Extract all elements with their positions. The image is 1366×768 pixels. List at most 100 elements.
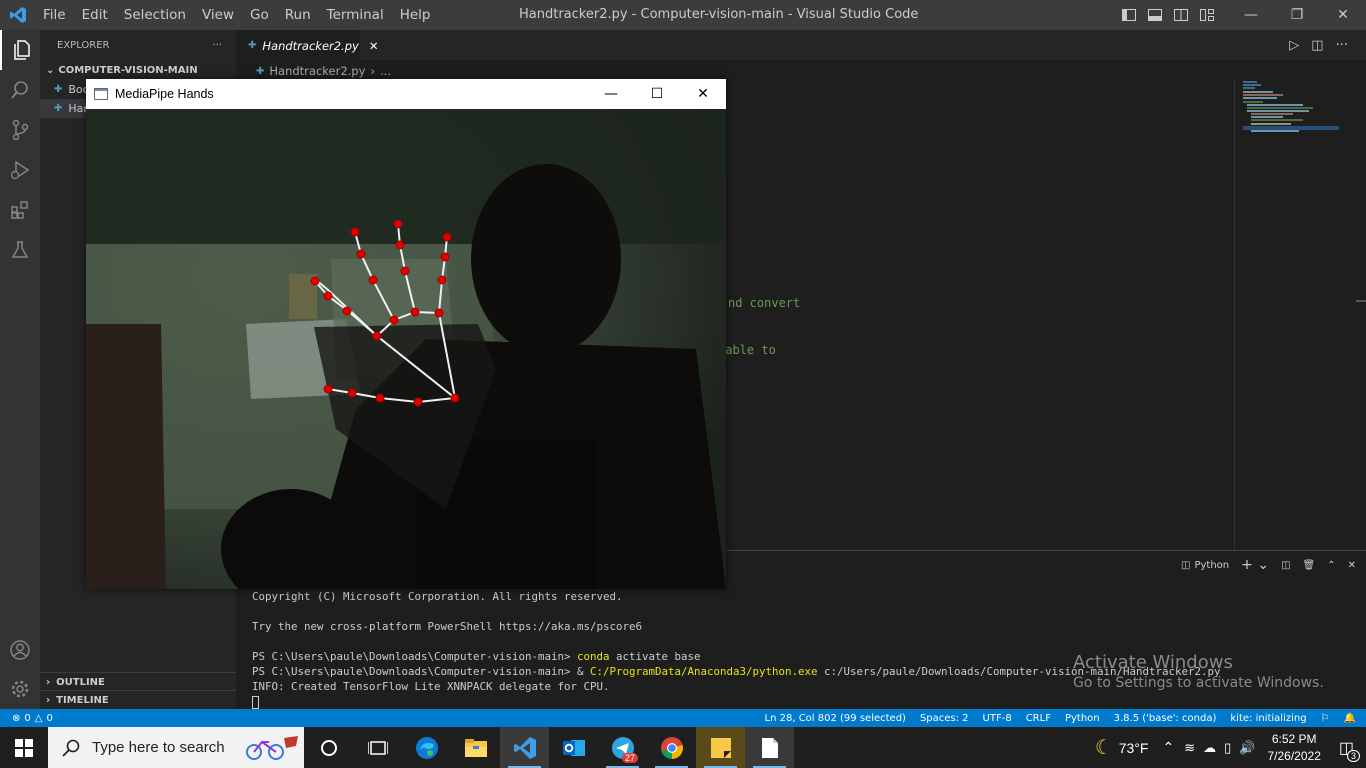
close-icon[interactable]: ✕ bbox=[680, 79, 726, 108]
error-icon: ⊗ bbox=[12, 712, 21, 724]
shell-name: Python bbox=[1194, 559, 1230, 571]
menu-run[interactable]: Run bbox=[277, 0, 319, 30]
minimap[interactable] bbox=[1234, 80, 1364, 550]
toggle-panel-icon[interactable] bbox=[1144, 0, 1166, 30]
minimize-icon[interactable]: — bbox=[588, 79, 634, 108]
more-actions-icon[interactable]: ··· bbox=[1336, 38, 1348, 53]
telegram-icon[interactable]: 27 bbox=[598, 727, 647, 768]
customize-layout-icon[interactable] bbox=[1196, 0, 1218, 30]
scroll-indicator bbox=[1356, 300, 1366, 302]
restore-icon[interactable]: ❐ bbox=[1274, 0, 1320, 30]
close-panel-icon[interactable]: ✕ bbox=[1348, 560, 1356, 571]
run-debug-icon[interactable] bbox=[0, 150, 40, 190]
feedback-icon[interactable]: ⚐ bbox=[1321, 713, 1330, 724]
split-editor-icon[interactable]: ◫ bbox=[1311, 38, 1323, 53]
menu-view[interactable]: View bbox=[194, 0, 242, 30]
run-file-icon[interactable]: ▷ bbox=[1289, 38, 1299, 53]
edge-icon[interactable] bbox=[402, 727, 451, 768]
menu-help[interactable]: Help bbox=[392, 0, 439, 30]
action-center-icon[interactable]: ◫ 3 bbox=[1339, 738, 1360, 762]
terminal-shell-label[interactable]: ◫ Python bbox=[1181, 560, 1229, 571]
volume-icon[interactable]: 🔊 bbox=[1239, 740, 1255, 756]
python-file-icon: ✚ bbox=[248, 40, 257, 51]
toggle-sidebar-icon[interactable] bbox=[1118, 0, 1140, 30]
split-terminal-icon[interactable]: ◫ bbox=[1281, 560, 1290, 571]
notepad-icon[interactable] bbox=[745, 727, 794, 768]
source-control-icon[interactable] bbox=[0, 110, 40, 150]
sticky-notes-icon[interactable] bbox=[696, 727, 745, 768]
cortana-icon[interactable] bbox=[304, 727, 353, 768]
weather-moon-icon[interactable]: ☾ bbox=[1095, 735, 1113, 760]
notification-count: 3 bbox=[1346, 749, 1360, 762]
indentation[interactable]: Spaces: 2 bbox=[920, 713, 969, 724]
command-args: activate base bbox=[609, 650, 701, 663]
onedrive-icon[interactable]: ☁ bbox=[1203, 740, 1216, 756]
terminal-cursor bbox=[252, 694, 1221, 709]
tab-label: Handtracker2.py bbox=[262, 38, 359, 53]
breadcrumb-file[interactable]: Handtracker2.py bbox=[269, 64, 365, 78]
search-icon bbox=[62, 739, 80, 757]
taskbar-search-box[interactable]: Type here to search bbox=[48, 727, 304, 768]
search-icon[interactable] bbox=[0, 70, 40, 110]
explorer-more-icon[interactable]: ··· bbox=[212, 40, 222, 51]
testing-icon[interactable] bbox=[0, 230, 40, 270]
problems-indicator[interactable]: ⊗ 0 △ 0 bbox=[0, 713, 53, 724]
warning-icon: △ bbox=[34, 712, 43, 724]
watermark-subtitle: Go to Settings to activate Windows. bbox=[1073, 675, 1324, 691]
menu-file[interactable]: File bbox=[35, 0, 74, 30]
toggle-secondary-sidebar-icon[interactable] bbox=[1170, 0, 1192, 30]
close-icon[interactable]: ✕ bbox=[1320, 0, 1366, 30]
python-file-icon: ✚ bbox=[54, 84, 63, 95]
extensions-icon[interactable] bbox=[0, 190, 40, 230]
timeline-section[interactable]: › TIMELINE bbox=[40, 690, 236, 710]
python-interpreter[interactable]: 3.8.5 ('base': conda) bbox=[1114, 713, 1217, 724]
line-ending[interactable]: CRLF bbox=[1026, 713, 1051, 724]
folder-section[interactable]: ⌄ COMPUTER-VISION-MAIN bbox=[40, 60, 236, 80]
weather-temperature[interactable]: 73°F bbox=[1119, 740, 1149, 756]
chevron-up-icon[interactable]: ⌃ bbox=[1163, 739, 1175, 756]
bicycle-doodle-icon bbox=[246, 736, 298, 760]
cursor-position[interactable]: Ln 28, Col 802 (99 selected) bbox=[765, 713, 906, 724]
tab-handtracker2[interactable]: ✚ Handtracker2.py ✕ bbox=[236, 30, 378, 60]
language-mode[interactable]: Python bbox=[1065, 713, 1100, 724]
new-terminal-icon[interactable]: + ⌄ bbox=[1241, 557, 1269, 573]
outline-section[interactable]: › OUTLINE bbox=[40, 672, 236, 692]
encoding[interactable]: UTF-8 bbox=[983, 713, 1012, 724]
code-fragment[interactable]: eable to bbox=[718, 343, 776, 357]
menu-selection[interactable]: Selection bbox=[116, 0, 194, 30]
clock[interactable]: 6:52 PM 7/26/2022 bbox=[1267, 731, 1320, 765]
trash-icon[interactable]: 🗑 bbox=[1303, 560, 1316, 571]
windows-start-icon[interactable] bbox=[0, 727, 48, 768]
menu-edit[interactable]: Edit bbox=[74, 0, 116, 30]
task-view-icon[interactable] bbox=[353, 727, 402, 768]
explorer-icon[interactable] bbox=[0, 30, 40, 70]
maximize-icon[interactable]: ☐ bbox=[634, 79, 680, 108]
mediapipe-title: MediaPipe Hands bbox=[115, 86, 214, 101]
code-fragment[interactable]: nd convert bbox=[728, 296, 800, 310]
maximize-panel-icon[interactable]: ⌃ bbox=[1327, 560, 1335, 571]
vscode-taskbar-icon[interactable] bbox=[500, 727, 549, 768]
chrome-icon[interactable] bbox=[647, 727, 696, 768]
terminal-output[interactable]: Copyright (C) Microsoft Corporation. All… bbox=[252, 589, 1221, 709]
activate-windows-watermark: Activate Windows Go to Settings to activ… bbox=[1073, 652, 1324, 691]
battery-icon[interactable]: ▯ bbox=[1224, 740, 1231, 756]
activity-bar bbox=[0, 30, 40, 709]
outlook-icon[interactable] bbox=[549, 727, 598, 768]
minimize-icon[interactable]: — bbox=[1228, 0, 1274, 30]
menu-go[interactable]: Go bbox=[242, 0, 277, 30]
vscode-logo-icon bbox=[0, 0, 35, 30]
chevron-right-icon: › bbox=[46, 677, 51, 688]
menu-terminal[interactable]: Terminal bbox=[319, 0, 392, 30]
kite-status[interactable]: kite: initializing bbox=[1230, 713, 1306, 724]
terminal-line: Copyright (C) Microsoft Corporation. All… bbox=[252, 590, 623, 603]
notifications-bell-icon[interactable]: 🔔 bbox=[1344, 713, 1356, 724]
settings-gear-icon[interactable] bbox=[0, 669, 40, 709]
search-placeholder: Type here to search bbox=[92, 739, 225, 756]
menu-bar: File Edit Selection View Go Run Terminal… bbox=[35, 0, 438, 30]
file-explorer-icon[interactable] bbox=[451, 727, 500, 768]
accounts-icon[interactable] bbox=[0, 630, 40, 670]
wifi-icon[interactable]: ≋ bbox=[1184, 740, 1195, 756]
breadcrumb-more[interactable]: ... bbox=[380, 64, 391, 78]
tab-bar-spacer bbox=[360, 30, 1289, 60]
